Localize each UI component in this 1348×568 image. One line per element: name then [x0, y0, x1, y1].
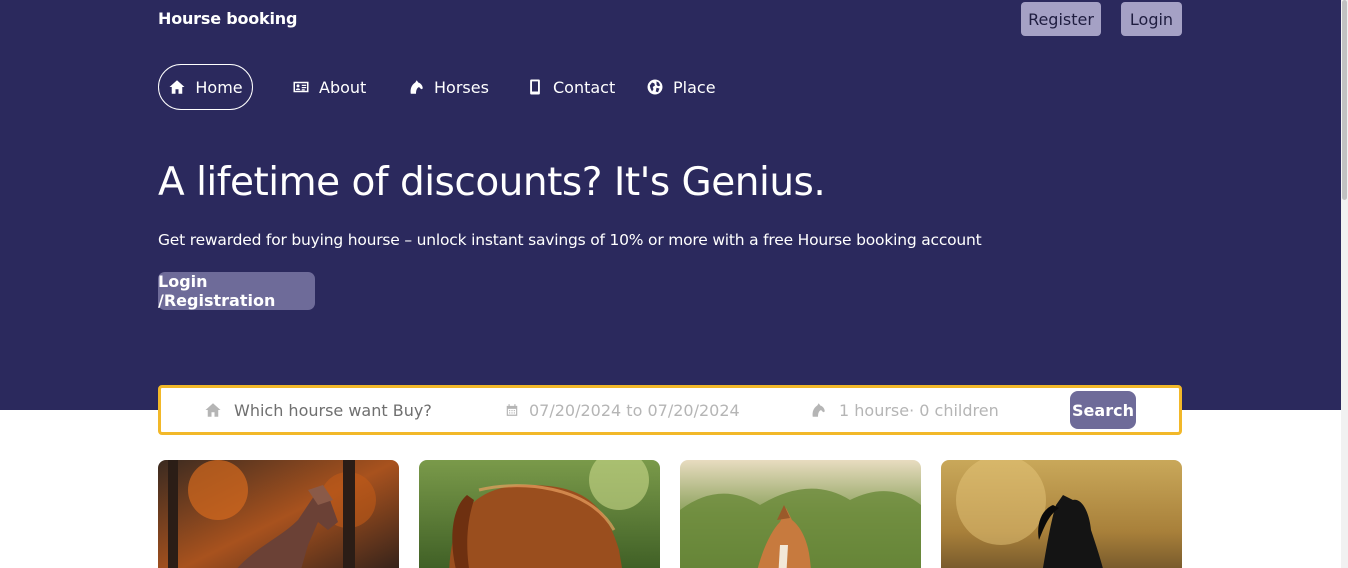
- id-card-icon: [293, 81, 309, 93]
- nav-item-label: Home: [195, 77, 243, 97]
- hero-banner: [0, 0, 1341, 410]
- horse-card[interactable]: [680, 460, 921, 568]
- hero-headline: A lifetime of discounts? It's Genius.: [158, 160, 826, 205]
- destination-field[interactable]: Which hourse want Buy?: [204, 388, 432, 432]
- horse-icon: [812, 403, 825, 417]
- horse-photo-image: [419, 460, 660, 568]
- globe-icon: [647, 79, 663, 95]
- scrollbar-thumb[interactable]: [1342, 0, 1347, 200]
- horse-photo-image: [680, 460, 921, 568]
- calendar-icon: [506, 404, 518, 416]
- guests-field[interactable]: 1 hourse· 0 children: [809, 388, 999, 432]
- destination-placeholder: Which hourse want Buy?: [234, 400, 432, 420]
- hero-subline: Get rewarded for buying hourse – unlock …: [158, 231, 982, 249]
- nav-item-about[interactable]: About: [292, 64, 366, 110]
- search-bar: Which hourse want Buy? 07/20/2024 to 07/…: [158, 385, 1182, 435]
- nav-item-horses[interactable]: Horses: [407, 64, 489, 110]
- search-button[interactable]: Search: [1070, 391, 1136, 429]
- nav-item-home[interactable]: Home: [158, 64, 253, 110]
- nav-item-place[interactable]: Place: [646, 64, 716, 110]
- mobile-icon: [530, 79, 540, 95]
- date-range-field[interactable]: 07/20/2024 to 07/20/2024: [505, 388, 740, 432]
- page-scrollbar[interactable]: [1341, 0, 1348, 568]
- nav-item-label: Contact: [553, 77, 616, 97]
- horse-icon: [410, 80, 423, 94]
- date-range-value: 07/20/2024 to 07/20/2024: [529, 400, 740, 420]
- horse-card[interactable]: [941, 460, 1182, 568]
- guests-value: 1 hourse· 0 children: [839, 400, 999, 420]
- horse-card[interactable]: [419, 460, 660, 568]
- nav-item-label: Horses: [434, 77, 489, 97]
- brand-logo[interactable]: Hourse booking: [158, 9, 297, 28]
- register-button[interactable]: Register: [1021, 2, 1101, 36]
- nav-item-contact[interactable]: Contact: [526, 64, 615, 110]
- login-registration-button[interactable]: Login /Registration: [158, 272, 315, 310]
- horse-card[interactable]: [158, 460, 399, 568]
- home-icon: [169, 80, 185, 94]
- nav-item-label: About: [319, 77, 367, 97]
- login-button[interactable]: Login: [1121, 2, 1182, 36]
- horse-photo-image: [158, 460, 399, 568]
- nav-item-label: Place: [673, 77, 716, 97]
- horse-photo-image: [941, 460, 1182, 568]
- home-icon: [205, 403, 221, 417]
